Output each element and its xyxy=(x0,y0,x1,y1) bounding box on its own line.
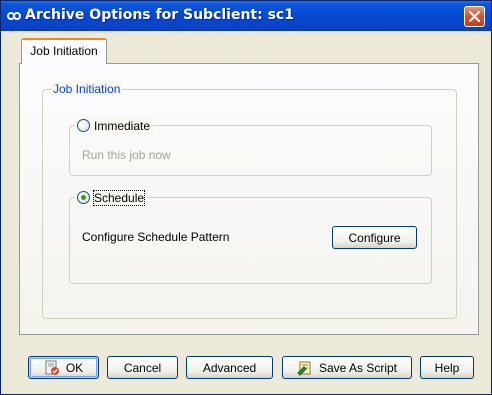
immediate-label[interactable]: Immediate xyxy=(94,119,150,133)
save-as-script-label: Save As Script xyxy=(318,360,398,375)
schedule-description: Configure Schedule Pattern xyxy=(82,230,230,244)
immediate-group: Immediate Run this job now xyxy=(69,117,432,176)
radio-selected-dot xyxy=(81,195,86,200)
link-chain-icon xyxy=(7,9,21,23)
schedule-radio[interactable] xyxy=(77,191,90,204)
archive-options-dialog: Archive Options for Subclient: sc1 Job I… xyxy=(0,0,492,395)
schedule-radio-option[interactable]: Schedule xyxy=(74,189,148,206)
immediate-radio[interactable] xyxy=(77,119,90,132)
configure-button[interactable]: Configure xyxy=(332,226,417,249)
ok-button[interactable]: OK xyxy=(28,356,99,379)
immediate-radio-option[interactable]: Immediate xyxy=(74,117,154,134)
save-as-script-button[interactable]: Save As Script xyxy=(282,356,412,379)
ok-check-icon xyxy=(44,360,60,376)
cancel-button[interactable]: Cancel xyxy=(107,356,178,379)
close-button[interactable] xyxy=(464,6,485,27)
advanced-button[interactable]: Advanced xyxy=(186,356,273,379)
title-bar[interactable]: Archive Options for Subclient: sc1 xyxy=(1,1,491,31)
window-title: Archive Options for Subclient: sc1 xyxy=(25,7,294,23)
job-initiation-panel: Job Initiation Immediate Run this job no… xyxy=(19,63,479,335)
script-icon xyxy=(297,360,313,376)
help-button[interactable]: Help xyxy=(420,356,474,379)
job-initiation-group: Job Initiation Immediate Run this job no… xyxy=(42,82,457,319)
job-initiation-group-title: Job Initiation xyxy=(51,82,123,96)
schedule-group: Schedule Configure Schedule Pattern Conf… xyxy=(69,189,432,284)
ok-label: OK xyxy=(65,360,84,375)
close-icon xyxy=(469,11,480,22)
tab-job-initiation[interactable]: Job Initiation xyxy=(21,38,107,64)
immediate-description: Run this job now xyxy=(82,148,171,162)
schedule-label[interactable]: Schedule xyxy=(92,189,146,206)
